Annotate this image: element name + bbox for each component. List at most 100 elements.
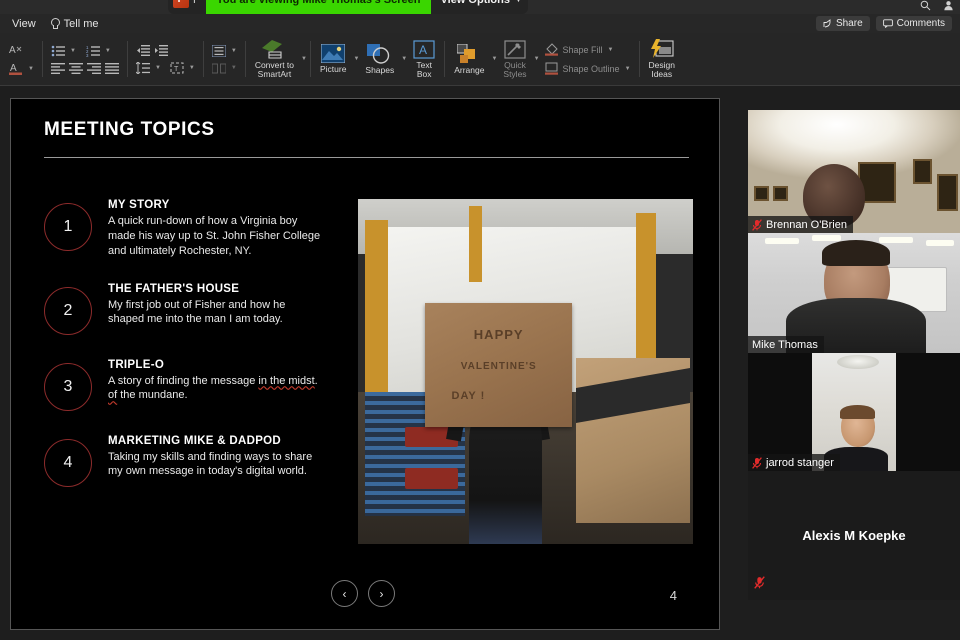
increase-indent-icon[interactable]	[154, 44, 168, 56]
previous-slide-button[interactable]: ‹	[331, 580, 358, 607]
arrange-label: Arrange	[454, 64, 485, 75]
slide-photo[interactable]: HAPPY VALENTINE'S DAY !	[358, 199, 693, 544]
shapes-icon	[367, 43, 392, 64]
shape-fill-button[interactable]: Shape Fill ▼	[544, 43, 631, 56]
participant-name: jarrod stanger	[766, 456, 834, 469]
cardboard-sign: HAPPY VALENTINE'S DAY !	[425, 302, 573, 427]
topic-body-line-3: the mundane.	[117, 389, 188, 402]
participant-tile-brennan-obrien[interactable]: Brennan O'Brien	[748, 110, 960, 233]
mute-icon-container	[754, 576, 765, 594]
bulleted-list-icon[interactable]	[51, 45, 65, 57]
line-spacing-icon[interactable]	[135, 61, 150, 74]
convert-to-smartart-button[interactable]: Convert to SmartArt	[249, 35, 300, 83]
ceiling-light	[764, 237, 799, 244]
convert-smartart-label-2: SmartArt	[257, 69, 292, 79]
ribbon-divider	[244, 41, 246, 77]
next-slide-button[interactable]: ›	[368, 580, 395, 607]
person-hair	[822, 240, 891, 267]
topic-heading: THE FATHER'S HOUSE	[108, 282, 240, 295]
chevron-down-icon[interactable]: ▼	[70, 48, 76, 54]
align-right-icon[interactable]	[86, 62, 101, 74]
multilevel-list-icon[interactable]	[211, 44, 226, 57]
comments-label: Comments	[896, 18, 945, 29]
chevron-down-icon[interactable]: ▼	[608, 47, 614, 53]
topic-heading: MY STORY	[108, 199, 170, 211]
chevron-down-icon[interactable]: ▼	[301, 56, 307, 62]
chevron-down-icon[interactable]: ▼	[625, 66, 631, 72]
align-center-icon[interactable]	[68, 62, 83, 74]
design-ideas-label-2: Ideas	[651, 69, 673, 79]
design-ideas-button[interactable]: Design Ideas	[643, 35, 681, 83]
shape-outline-button[interactable]: Shape Outline ▼	[544, 62, 631, 75]
webcam-scene	[748, 233, 960, 353]
topic-item-2: 2 THE FATHER'S HOUSE My first job out of…	[44, 281, 349, 335]
topic-item-4: 4 MARKETING MIKE & DADPOD Taking my skil…	[44, 433, 349, 487]
topic-number-badge: 3	[44, 362, 92, 411]
view-options-button[interactable]: View Options ▼	[431, 0, 529, 14]
share-icon	[823, 19, 831, 28]
chevron-down-icon[interactable]: ▼	[28, 66, 34, 72]
chevron-down-icon[interactable]: ▼	[231, 48, 237, 54]
ceiling-light	[926, 240, 954, 247]
share-comments-group: Share Comments	[815, 14, 952, 33]
participant-tile-mike-thomas[interactable]: Mike Thomas	[748, 233, 960, 353]
topic-item-1: 1 MY STORY A quick run-down of how a Vir…	[44, 197, 349, 259]
participant-strip: Brennan O'Brien Mike Thomas jarrod stang…	[748, 110, 960, 600]
share-button[interactable]: Share	[815, 16, 870, 31]
ribbon-group-numbering: ▼ ▼	[207, 35, 242, 83]
font-color-icon[interactable]: A ▼	[9, 62, 34, 76]
topic-body-line-2: made his way up to St. John Fisher Colle…	[108, 229, 321, 242]
comments-button[interactable]: Comments	[875, 16, 952, 31]
svg-text:A: A	[9, 45, 16, 56]
participant-name: Mike Thomas	[752, 338, 818, 351]
sign-line-1: HAPPY	[473, 327, 524, 343]
video-feed	[748, 110, 960, 233]
decrease-indent-icon[interactable]	[136, 44, 150, 56]
ribbon-divider	[126, 41, 128, 77]
account-icon[interactable]	[943, 0, 954, 14]
topic-body-line-1: Taking my skills and finding ways to sha…	[108, 450, 313, 463]
wall-art	[754, 186, 770, 201]
chevron-down-icon[interactable]: ▼	[105, 48, 111, 54]
ribbon-divider	[41, 41, 43, 77]
title-divider	[44, 157, 689, 158]
picture-button[interactable]: Picture	[314, 35, 352, 83]
chevron-down-icon[interactable]: ▼	[189, 65, 195, 71]
menu-item-view[interactable]: View	[12, 18, 36, 30]
chevron-down-icon[interactable]: ▼	[231, 65, 237, 71]
svg-text:A: A	[419, 43, 427, 57]
shape-fill-label: Shape Fill	[562, 44, 603, 55]
slide-navigation: ‹ ›	[331, 580, 395, 607]
clear-formatting-icon[interactable]: A	[9, 43, 34, 56]
svg-text:T: T	[174, 66, 179, 73]
shapes-label: Shapes	[365, 64, 395, 75]
participant-tile-alexis-m-koepke[interactable]: Alexis M Koepke	[748, 471, 960, 600]
participant-tile-jarrod-stanger[interactable]: jarrod stanger	[748, 353, 960, 471]
arrange-button[interactable]: Arrange	[448, 35, 490, 83]
ceiling-light	[879, 236, 914, 243]
svg-text:3: 3	[86, 53, 89, 57]
wall-art	[936, 173, 958, 211]
powerpoint-icon	[173, 0, 189, 8]
tell-me-button[interactable]: Tell me	[50, 17, 99, 30]
justify-icon[interactable]	[104, 62, 119, 74]
shapes-button[interactable]: Shapes	[359, 35, 400, 83]
ribbon-group-font: A A ▼	[4, 35, 39, 83]
text-box-button[interactable]: A Text Box	[407, 35, 441, 83]
align-left-icon[interactable]	[50, 62, 65, 74]
slide-canvas[interactable]: MEETING TOPICS 1 MY STORY A quick run-do…	[10, 98, 720, 630]
topic-body-line-1: A story of finding the message	[108, 374, 259, 387]
quick-styles-button[interactable]: Quick Styles	[497, 35, 532, 83]
spellcheck-flagged-text: of	[108, 389, 118, 402]
picture-label: Picture	[319, 64, 347, 75]
zoom-screen-share-view: View Tell me Share Comments A A ▼ ▼ 1 2 …	[0, 0, 960, 640]
chevron-down-icon[interactable]: ▼	[155, 65, 161, 71]
chevron-down-icon[interactable]: ▼	[515, 0, 522, 4]
numbered-list-icon[interactable]: 123	[86, 45, 100, 57]
text-direction-icon[interactable]: T	[170, 62, 184, 74]
search-icon[interactable]	[920, 0, 931, 14]
ribbon-toolbar: A A ▼ ▼ 123 ▼ ▼ T ▼ ▼ ▼ Convert to Smart…	[0, 33, 960, 86]
columns-icon[interactable]	[211, 63, 226, 74]
view-options-label: View Options	[440, 0, 510, 6]
screen-share-banner[interactable]: P You are viewing Mike Thomas's Screen V…	[168, 0, 528, 14]
